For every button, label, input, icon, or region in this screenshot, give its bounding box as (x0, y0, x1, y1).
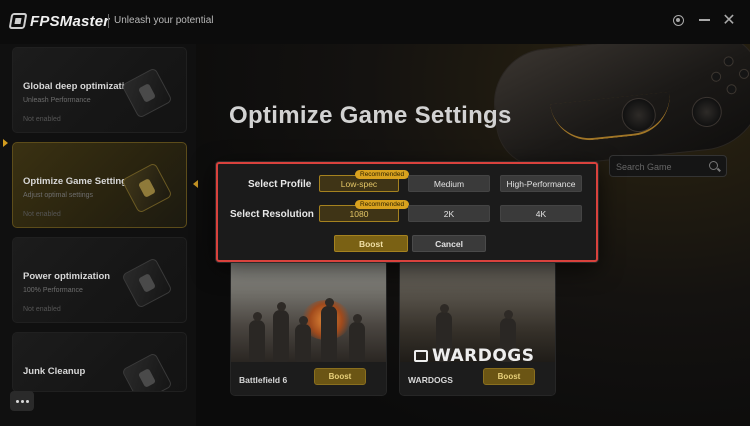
sidebar-item-title: Optimize Game Settings (23, 176, 133, 187)
game-boost-button[interactable]: Boost (314, 368, 366, 385)
profile-option-high-performance[interactable]: High-Performance (500, 175, 582, 192)
sidebar-item-power-optimization[interactable]: Power optimization 100% Performance Not … (12, 237, 187, 323)
search-box[interactable] (609, 155, 727, 177)
boost-button[interactable]: Boost (334, 235, 408, 252)
settings-icon (672, 14, 684, 26)
recommended-badge: Recommended (355, 170, 410, 179)
recommended-badge: Recommended (355, 200, 410, 209)
app-brand: FPSMaster (30, 13, 110, 30)
gamepad-glow (550, 91, 674, 145)
more-button[interactable] (10, 391, 34, 411)
page-title: Optimize Game Settings (229, 102, 512, 129)
resolution-option-2k[interactable]: 2K (408, 205, 490, 222)
game-card-footer: WARDOGS Boost (400, 362, 555, 395)
cancel-button[interactable]: Cancel (412, 235, 486, 252)
close-icon: ✕ (722, 12, 736, 29)
boost-settings-dialog: Select Profile Low-spec Recommended Medi… (216, 162, 598, 262)
sidebar-item-status: Not enabled (23, 211, 61, 218)
game-cover-battlefield-6 (231, 260, 386, 362)
search-input[interactable] (616, 159, 706, 174)
sidebar-item-optimize-game-settings[interactable]: Optimize Game Settings Adjust optimal se… (12, 142, 187, 228)
resolution-label: Select Resolution (230, 209, 314, 220)
face-button-shape (738, 68, 750, 80)
game-card-battlefield-6[interactable]: Battlefield 6 Boost (230, 259, 387, 396)
face-button-shape (710, 71, 722, 83)
settings-button[interactable] (670, 12, 686, 28)
collapse-arrow-icon[interactable] (193, 180, 198, 188)
game-card-wardogs[interactable]: WARDOGS WARDOGS Boost (399, 259, 556, 396)
close-button[interactable]: ✕ (721, 12, 737, 29)
chip-icon (121, 67, 173, 119)
title-bar: FPSMaster Unleash your potential ✕ (0, 0, 750, 44)
sidebar-item-junk-cleanup[interactable]: Junk Cleanup (12, 332, 187, 392)
face-button-shape (723, 55, 735, 67)
sidebar-item-status: Not enabled (23, 306, 61, 313)
fpsmaster-logo-icon (8, 13, 28, 29)
search-icon[interactable] (709, 161, 718, 170)
battery-icon (121, 257, 173, 309)
sidebar-item-status: Not enabled (23, 116, 61, 123)
game-cover-wardogs: WARDOGS (400, 260, 555, 366)
game-boost-button[interactable]: Boost (483, 368, 535, 385)
wardogs-logo-icon (414, 350, 428, 362)
sidebar-item-subtitle: 100% Performance (23, 287, 83, 294)
sidebar-item-title: Junk Cleanup (23, 366, 86, 377)
gamepad-illustration (488, 44, 750, 172)
sidebar-item-title: Global deep optimization (23, 81, 136, 92)
game-name: Battlefield 6 (239, 375, 288, 385)
profile-option-medium[interactable]: Medium (408, 175, 490, 192)
active-item-marker-icon (3, 139, 8, 147)
joystick-icon (121, 162, 173, 214)
game-card-footer: Battlefield 6 Boost (231, 362, 386, 395)
more-icon (15, 399, 19, 403)
broom-icon (121, 352, 173, 391)
sidebar-item-title: Power optimization (23, 271, 111, 282)
minimize-button[interactable] (696, 12, 712, 28)
minimize-icon (698, 19, 710, 21)
face-button-shape (726, 83, 738, 95)
sidebar-item-subtitle: Adjust optimal settings (23, 192, 94, 199)
app-tagline: Unleash your potential (114, 15, 214, 26)
game-name: WARDOGS (408, 375, 453, 385)
sidebar-item-subtitle: Unleash Performance (23, 97, 91, 104)
sidebar: Global deep optimization Unleash Perform… (0, 44, 196, 426)
sidebar-item-global-deep-optimization[interactable]: Global deep optimization Unleash Perform… (12, 47, 187, 133)
title-divider (108, 14, 109, 28)
resolution-option-4k[interactable]: 4K (500, 205, 582, 222)
profile-label: Select Profile (248, 179, 312, 190)
right-stick-shape (690, 95, 724, 129)
